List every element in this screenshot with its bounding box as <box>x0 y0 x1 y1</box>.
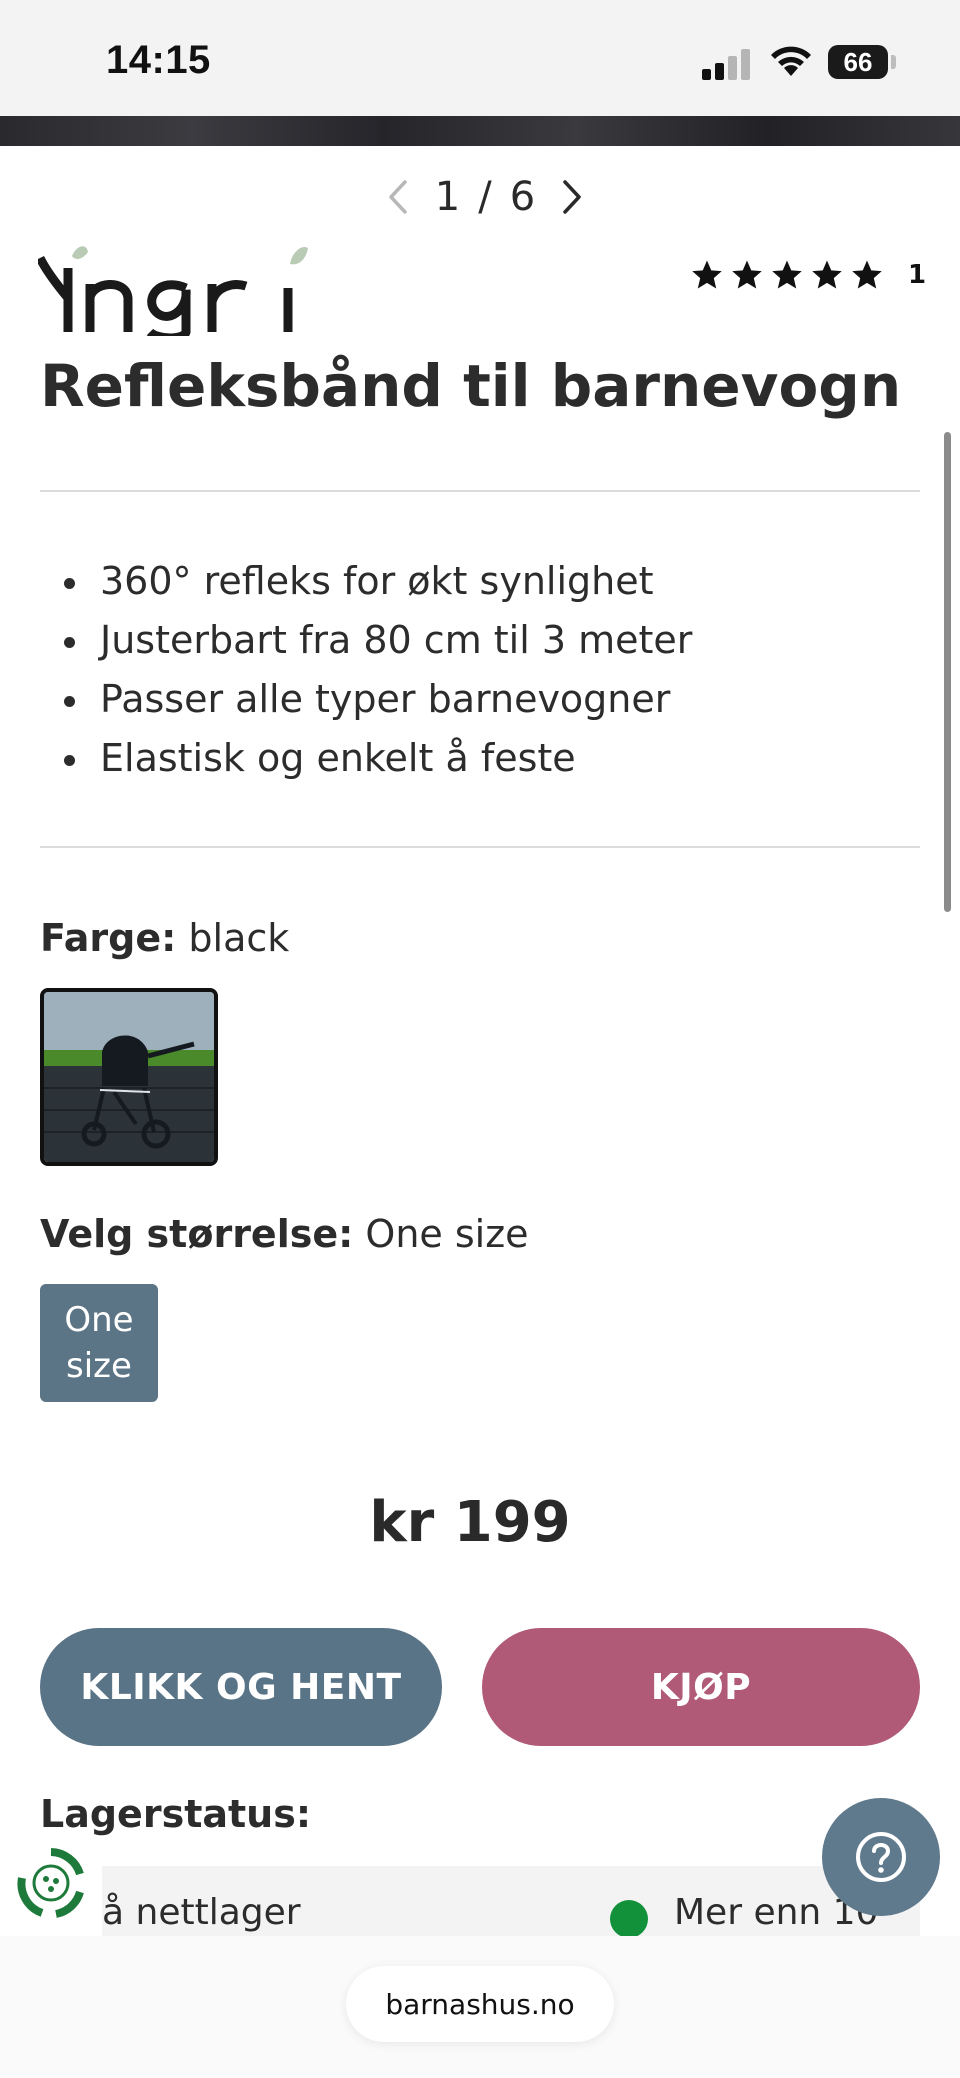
rating-count: 1 <box>908 260 927 290</box>
gallery-total: 6 <box>509 174 536 220</box>
stock-row: å nettlager Mer enn 10 <box>102 1866 920 1936</box>
size-label: Velg størrelse: <box>40 1212 354 1256</box>
color-swatch-black[interactable] <box>40 988 218 1166</box>
size-option-label: One size <box>64 1297 133 1389</box>
battery-icon: 66 <box>828 45 888 79</box>
buy-button[interactable]: KJØP <box>482 1628 920 1746</box>
star-icon <box>852 260 882 289</box>
question-icon <box>856 1832 906 1882</box>
color-value: black <box>188 916 290 960</box>
gallery-next-button[interactable] <box>553 175 590 219</box>
color-row: Farge: black <box>40 916 289 960</box>
eco-badge-icon[interactable] <box>14 1846 88 1920</box>
brand-logo[interactable] <box>38 240 308 336</box>
size-row: Velg størrelse: One size <box>40 1212 529 1256</box>
stock-status-dot <box>610 1900 648 1936</box>
status-bar: 14:15 66 <box>0 0 960 116</box>
gallery-current: 1 <box>434 174 461 220</box>
product-price: kr 199 <box>369 1490 571 1555</box>
size-option-one-size[interactable]: One size <box>40 1284 158 1402</box>
product-rating[interactable]: 1 <box>690 258 926 292</box>
cellular-signal-icon <box>702 48 750 80</box>
stroller-thumbnail <box>44 992 214 1162</box>
browser-url-bar[interactable]: barnashus.no <box>346 1966 614 2042</box>
star-icon <box>812 260 842 289</box>
star-icon <box>772 260 802 289</box>
feature-list: 360° refleks for økt synlighet Justerbar… <box>63 552 692 788</box>
star-icon <box>692 260 722 289</box>
divider <box>40 490 920 492</box>
battery-cap <box>891 55 896 69</box>
stock-label: Lagerstatus: <box>40 1792 312 1836</box>
product-title: Refleksbånd til barnevogn <box>40 352 902 420</box>
gallery-pager: 1 / 6 <box>380 170 590 224</box>
gallery-prev-button[interactable] <box>380 175 417 219</box>
star-icon <box>732 260 762 289</box>
gallery-separator: / <box>478 174 492 220</box>
feature-item: Justerbart fra 80 cm til 3 meter <box>63 611 692 670</box>
product-image-bottom-edge[interactable] <box>0 116 960 146</box>
chevron-right-icon <box>562 180 581 214</box>
help-button[interactable] <box>822 1798 940 1916</box>
size-value: One size <box>365 1212 529 1256</box>
click-and-collect-button[interactable]: KLIKK OG HENT <box>40 1628 442 1746</box>
size-option-line2: size <box>66 1346 132 1386</box>
size-option-line1: One <box>64 1300 134 1340</box>
scroll-indicator[interactable] <box>944 432 951 912</box>
status-time: 14:15 <box>106 38 211 82</box>
wifi-icon <box>771 46 811 76</box>
stock-location: å nettlager <box>102 1892 301 1933</box>
chevron-left-icon <box>389 180 408 214</box>
feature-item: Passer alle typer barnevogner <box>63 670 692 729</box>
feature-item: Elastisk og enkelt å feste <box>63 729 692 788</box>
divider <box>40 846 920 848</box>
color-label: Farge: <box>40 916 177 960</box>
feature-item: 360° refleks for økt synlighet <box>63 552 692 611</box>
